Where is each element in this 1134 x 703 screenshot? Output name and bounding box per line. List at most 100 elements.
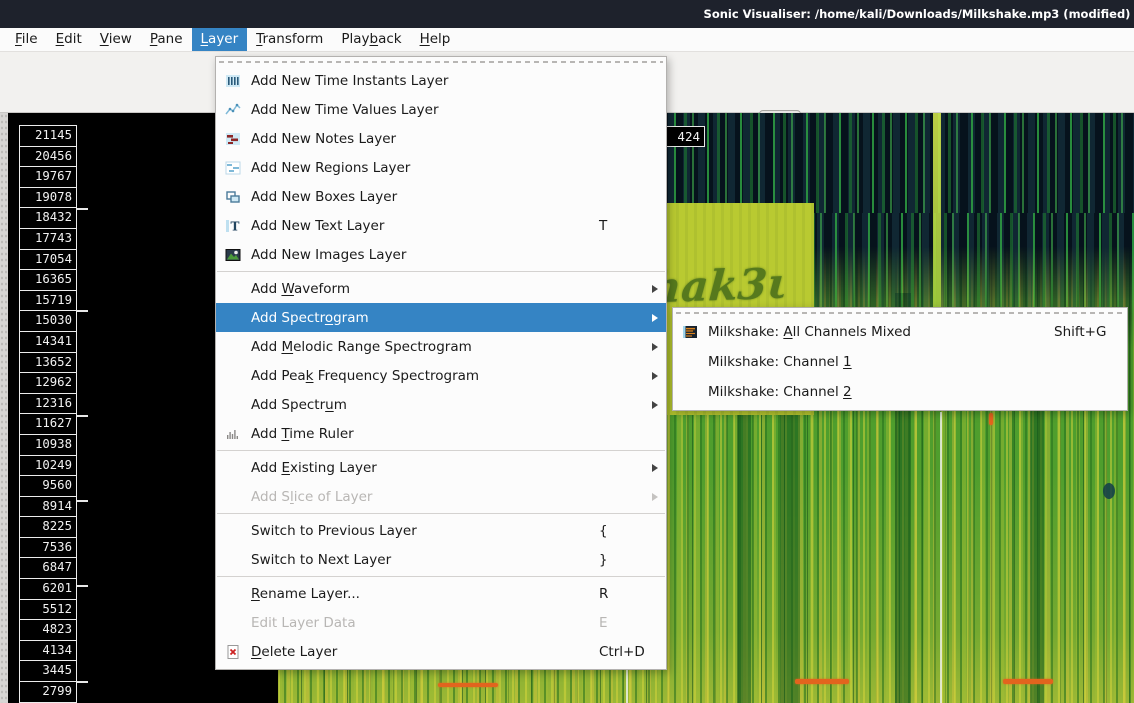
spectrogram-overlay-text: hak3ι [667, 259, 789, 313]
spectrogram-orange-mark [438, 683, 498, 687]
frequency-scale[interactable]: 2114520456197671907818432177431705416365… [19, 125, 77, 703]
app-window: Sonic Visualiser: /home/kali/Downloads/M… [0, 0, 1134, 703]
menu-item-shortcut: Shift+G [1054, 324, 1106, 340]
add-spectrogram-submenu: Milkshake: All Channels MixedShift+GMilk… [672, 307, 1128, 411]
frequency-label: 18432 [19, 207, 77, 229]
menu-item-add-new-time-instants-layer[interactable]: Add New Time Instants Layer [216, 66, 666, 95]
notes-icon [224, 130, 242, 148]
menu-layer[interactable]: Layer [192, 28, 248, 51]
frequency-label: 8914 [19, 496, 77, 518]
menu-item-label: Switch to Next Layer [251, 552, 391, 568]
menu-tearoff-handle[interactable] [676, 310, 1124, 316]
spectrogram-orange-mark [795, 679, 849, 684]
menu-transform[interactable]: Transform [247, 28, 332, 51]
frequency-label: 14341 [19, 331, 77, 353]
menu-item-label: Add New Time Instants Layer [251, 73, 448, 89]
frequency-label: 6201 [19, 578, 77, 600]
menu-item-add-waveform[interactable]: Add Waveform [216, 274, 666, 303]
menu-playback[interactable]: Playback [332, 28, 410, 51]
menu-tearoff-handle[interactable] [219, 59, 663, 65]
time-instants-icon [224, 72, 242, 90]
menu-item-switch-to-previous-layer[interactable]: Switch to Previous Layer{ [216, 516, 666, 545]
frequency-tick [77, 681, 88, 683]
menu-item-add-new-boxes-layer[interactable]: Add New Boxes Layer [216, 182, 666, 211]
frequency-tick [77, 208, 88, 210]
icon-placeholder [224, 614, 242, 632]
menu-item-label: Add Slice of Layer [251, 489, 372, 505]
menu-item-milkshake-all-channels-mixed[interactable]: Milkshake: All Channels Mixed Shift+G [673, 317, 1127, 347]
menu-item-add-slice-of-layer[interactable]: Add Slice of Layer [216, 482, 666, 511]
menu-file[interactable]: File [6, 28, 47, 51]
spectrogram-dark-band [737, 413, 751, 703]
frequency-label: 15030 [19, 310, 77, 332]
icon-placeholder [224, 585, 242, 603]
menu-item-edit-layer-data[interactable]: Edit Layer Data E [216, 608, 666, 637]
menu-item-label: Add Spectrogram [251, 310, 369, 326]
window-title: Sonic Visualiser: /home/kali/Downloads/M… [700, 0, 1134, 28]
frequency-label: 3445 [19, 660, 77, 682]
menu-item-switch-to-next-layer[interactable]: Switch to Next Layer} [216, 545, 666, 574]
menu-item-label: Milkshake: Channel 1 [708, 354, 852, 370]
menu-view[interactable]: View [91, 28, 141, 51]
menu-item-label: Edit Layer Data [251, 615, 356, 631]
frequency-label: 13652 [19, 352, 77, 374]
frequency-label: 6847 [19, 557, 77, 579]
images-icon [224, 246, 242, 264]
submenu-arrow-icon [652, 493, 658, 501]
menu-item-add-existing-layer[interactable]: Add Existing Layer [216, 453, 666, 482]
frequency-label: 20456 [19, 146, 77, 168]
icon-placeholder [224, 459, 242, 477]
spectrogram-dark-band [780, 413, 800, 703]
frequency-label: 19767 [19, 166, 77, 188]
frequency-label: 8225 [19, 516, 77, 538]
menu-item-label: Add New Text Layer [251, 218, 384, 234]
menu-item-shortcut: E [599, 615, 608, 631]
menu-help[interactable]: Help [411, 28, 460, 51]
menu-item-shortcut: R [599, 586, 608, 602]
icon-placeholder [224, 488, 242, 506]
spectrogram-bright-streak [933, 113, 941, 335]
menu-item-rename-layer[interactable]: Rename Layer...R [216, 579, 666, 608]
menu-item-add-new-regions-layer[interactable]: Add New Regions Layer [216, 153, 666, 182]
icon-placeholder [224, 396, 242, 414]
spectrogram-dark-blob [1103, 483, 1115, 499]
submenu-arrow-icon [652, 464, 658, 472]
menu-bar: FileEditViewPaneLayerTransformPlaybackHe… [0, 28, 1134, 52]
submenu-arrow-icon [652, 401, 658, 409]
menu-item-add-new-time-values-layer[interactable]: Add New Time Values Layer [216, 95, 666, 124]
frequency-label: 4134 [19, 640, 77, 662]
menu-item-milkshake-channel-1[interactable]: Milkshake: Channel 1 [673, 347, 1127, 377]
menu-item-add-new-text-layer[interactable]: TAdd New Text LayerT [216, 211, 666, 240]
text-icon: T [224, 217, 242, 235]
regions-icon [224, 159, 242, 177]
menu-item-delete-layer[interactable]: Delete Layer Ctrl+D [216, 637, 666, 666]
icon-placeholder [224, 551, 242, 569]
menu-item-label: Add Time Ruler [251, 426, 354, 442]
menu-item-add-time-ruler[interactable]: Add Time Ruler [216, 419, 666, 448]
icon-placeholder [224, 280, 242, 298]
menu-item-label: Milkshake: All Channels Mixed [708, 324, 911, 340]
menu-item-add-melodic-range-spectrogram[interactable]: Add Melodic Range Spectrogram [216, 332, 666, 361]
menu-item-label: Add Spectrum [251, 397, 347, 413]
playback-cursor [940, 412, 942, 703]
menu-item-label: Delete Layer [251, 644, 337, 660]
menu-item-add-new-images-layer[interactable]: Add New Images Layer [216, 240, 666, 269]
icon-placeholder [224, 522, 242, 540]
spectrogram-thumb-icon [681, 323, 699, 341]
menu-item-shortcut: Ctrl+D [599, 644, 645, 660]
menu-separator [217, 271, 665, 272]
menu-item-shortcut: } [599, 552, 608, 568]
frequency-label: 17743 [19, 228, 77, 250]
menu-item-add-new-notes-layer[interactable]: Add New Notes Layer [216, 124, 666, 153]
submenu-arrow-icon [652, 314, 658, 322]
menu-item-milkshake-channel-2[interactable]: Milkshake: Channel 2 [673, 377, 1127, 407]
menu-item-add-peak-frequency-spectrogram[interactable]: Add Peak Frequency Spectrogram [216, 361, 666, 390]
menu-item-add-spectrogram[interactable]: Add Spectrogram [216, 303, 666, 332]
menu-pane[interactable]: Pane [141, 28, 192, 51]
frequency-tick [77, 310, 88, 312]
icon-placeholder [681, 383, 699, 401]
menu-item-label: Switch to Previous Layer [251, 523, 417, 539]
menu-item-add-spectrum[interactable]: Add Spectrum [216, 390, 666, 419]
icon-placeholder [224, 309, 242, 327]
menu-edit[interactable]: Edit [47, 28, 91, 51]
